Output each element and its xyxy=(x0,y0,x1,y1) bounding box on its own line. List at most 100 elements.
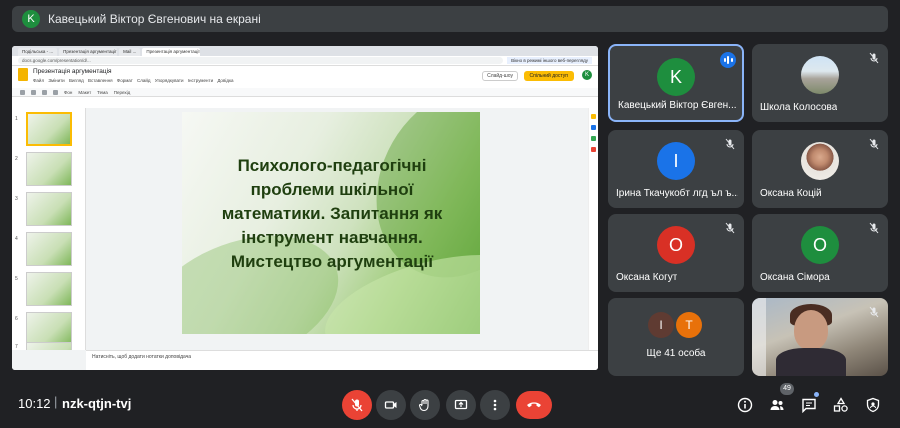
participant-tile[interactable]: О Оксана Сімора xyxy=(752,214,888,292)
participant-avatar: Т xyxy=(676,312,702,338)
more-participants-label: Ще 41 особа xyxy=(646,348,706,359)
tasks-icon[interactable] xyxy=(591,125,596,130)
present-icon xyxy=(454,399,468,410)
chat-unread-dot xyxy=(814,392,819,397)
more-participants-tile[interactable]: І Т Ще 41 особа xyxy=(608,298,744,376)
host-controls-button[interactable] xyxy=(862,394,884,416)
slide-thumbnail[interactable] xyxy=(26,192,72,226)
participant-name: Оксана Сімора xyxy=(760,272,830,283)
shared-screen: Подільська - ... Презентація аргументаці… xyxy=(12,46,598,370)
present-now-button[interactable] xyxy=(446,390,476,420)
host-controls-icon xyxy=(866,397,880,413)
background-frame xyxy=(752,298,766,376)
participant-tile[interactable]: О Оксана Когут xyxy=(608,214,744,292)
participant-tile[interactable]: Школа Колосова xyxy=(752,44,888,122)
participant-tile[interactable]: І Ірина Ткачукобт лгд ъл ъ... xyxy=(608,130,744,208)
meeting-code: nzk-qtjn-tvj xyxy=(62,396,132,411)
undo-icon[interactable] xyxy=(20,89,25,95)
browser-tab[interactable]: Mail ... xyxy=(119,48,141,56)
call-controls-bar: 10:12 | nzk-qtjn-tvj 49 xyxy=(0,382,900,428)
people-icon xyxy=(770,400,784,410)
chat-button[interactable] xyxy=(798,394,820,416)
mic-off-icon xyxy=(869,52,879,64)
mic-off-icon xyxy=(869,138,879,150)
thumb-number: 6 xyxy=(15,316,18,322)
participant-photo xyxy=(801,56,839,94)
participant-name: Оксана Когут xyxy=(616,272,678,283)
slide-thumbnail[interactable] xyxy=(26,112,72,146)
meet-window: K Кавецький Віктор Євгенович на екрані П… xyxy=(0,0,900,428)
slide-thumbnail[interactable] xyxy=(26,152,72,186)
meeting-details-button[interactable] xyxy=(734,394,756,416)
slide-thumbnail[interactable] xyxy=(26,232,72,266)
participant-avatar: K xyxy=(657,58,695,96)
participant-name: Школа Колосова xyxy=(760,102,838,113)
mic-toggle-button[interactable] xyxy=(342,390,372,420)
people-count-badge: 49 xyxy=(780,383,794,395)
participant-tile[interactable]: Оксана Коцій xyxy=(752,130,888,208)
browser-tab[interactable]: Презентація аргументації xyxy=(59,48,118,56)
toolbar-theme[interactable]: Тема xyxy=(97,90,108,95)
address-bar[interactable]: docs.google.com/presentation/d/... xyxy=(18,57,504,64)
end-call-button[interactable] xyxy=(516,391,552,419)
redo-icon[interactable] xyxy=(31,89,36,95)
thumb-number: 1 xyxy=(15,116,18,122)
slide-title[interactable]: Психолого-педагогічні проблеми шкільної … xyxy=(212,154,452,274)
mic-off-icon xyxy=(351,398,363,412)
activities-button[interactable] xyxy=(830,394,852,416)
side-panel-icons xyxy=(588,108,598,350)
browser-notice: Вікно в режимі іншого веб-перегляду xyxy=(507,57,592,64)
slideshow-button[interactable]: Слайд-шоу xyxy=(482,71,518,81)
print-icon[interactable] xyxy=(42,89,47,95)
slide-thumbnail[interactable] xyxy=(26,312,72,346)
people-button[interactable] xyxy=(766,394,788,416)
participant-photo xyxy=(801,142,839,180)
speaker-notes[interactable]: Натисніть, щоб додати нотатки доповідача xyxy=(86,350,598,370)
browser-tabs: Подільська - ... Презентація аргументаці… xyxy=(12,46,598,56)
participant-avatar: І xyxy=(648,312,674,338)
self-video-tile[interactable] xyxy=(752,298,888,376)
presenter-avatar: K xyxy=(22,10,40,28)
doc-title[interactable]: Презентація аргументація xyxy=(33,68,234,75)
participant-name: Ірина Ткачукобт лгд ъл ъ... xyxy=(616,188,738,199)
zoom-icon[interactable] xyxy=(53,89,58,95)
thumb-number: 4 xyxy=(15,236,18,242)
address-row: docs.google.com/presentation/d/... Вікно… xyxy=(12,56,598,66)
contacts-icon[interactable] xyxy=(591,136,596,141)
toolbar-background[interactable]: Фон xyxy=(64,90,72,95)
hand-icon xyxy=(418,398,429,412)
speaking-indicator-icon xyxy=(720,52,736,68)
raise-hand-button[interactable] xyxy=(410,390,440,420)
video-person-face xyxy=(794,310,828,350)
slide-thumbnail[interactable] xyxy=(26,342,72,350)
doc-menu-bar[interactable]: Файл Змінити Вигляд Вставлення Формат Сл… xyxy=(33,78,234,83)
user-avatar[interactable]: K xyxy=(582,70,592,80)
video-person-body xyxy=(776,348,846,376)
mic-off-icon xyxy=(725,138,735,150)
separator: | xyxy=(54,394,58,409)
browser-tab[interactable]: Подільська - ... xyxy=(18,48,58,56)
more-options-button[interactable] xyxy=(480,390,510,420)
toolbar-transition[interactable]: Перехід xyxy=(114,90,131,95)
participant-tile[interactable]: K Кавецький Віктор Євген... xyxy=(608,44,744,122)
presenting-banner: K Кавецький Віктор Євгенович на екрані xyxy=(12,6,888,32)
keep-icon[interactable] xyxy=(591,114,596,119)
editor-workarea: 1 2 3 4 5 6 7 Психолого-педагогічні проб xyxy=(12,108,598,370)
share-button[interactable]: Спільний доступ xyxy=(523,71,574,81)
slide-thumbnail[interactable] xyxy=(26,272,72,306)
thumb-number: 7 xyxy=(15,344,18,350)
participant-name: Оксана Коцій xyxy=(760,188,822,199)
doc-toolbar: Фон Макет Тема Перехід xyxy=(12,88,598,97)
thumb-number: 3 xyxy=(15,196,18,202)
participant-avatar: О xyxy=(657,226,695,264)
chat-icon xyxy=(802,398,816,413)
slide-filmstrip: 1 2 3 4 5 6 7 xyxy=(12,108,86,350)
camera-toggle-button[interactable] xyxy=(376,390,406,420)
current-slide[interactable]: Психолого-педагогічні проблеми шкільної … xyxy=(182,112,480,334)
maps-icon[interactable] xyxy=(591,147,596,152)
activities-icon xyxy=(833,397,848,412)
browser-tab-active[interactable]: Презентація аргументації xyxy=(142,48,201,56)
mic-off-icon xyxy=(869,222,879,234)
participant-name: Кавецький Віктор Євген... xyxy=(618,100,737,111)
toolbar-layout[interactable]: Макет xyxy=(78,90,91,95)
